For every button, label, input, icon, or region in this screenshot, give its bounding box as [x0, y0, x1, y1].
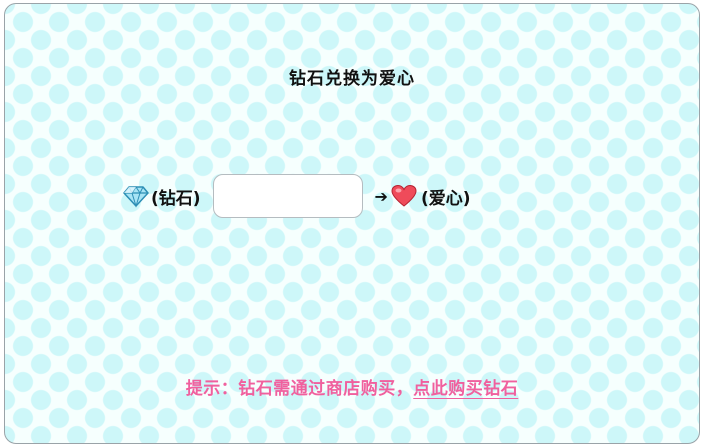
exchange-dialog: 钻石兑换为爱心 (钻石) ➔ (爱心) 提示：钻石需通过商店购买，点此购买钻石 [4, 3, 700, 444]
heart-unit-label: (爱心) [420, 188, 471, 209]
heart-icon [391, 184, 417, 208]
diamond-unit-label: (钻石) [151, 188, 201, 209]
buy-diamonds-link[interactable]: 点此购买钻石 [413, 379, 518, 399]
exchange-row: (钻石) ➔ (爱心) [123, 172, 471, 220]
diamond-amount-input[interactable] [212, 174, 363, 218]
hint-line: 提示：钻石需通过商店购买，点此购买钻石 [5, 374, 699, 399]
hint-text: 提示：钻石需通过商店购买， [185, 379, 414, 399]
dialog-title: 钻石兑换为爱心 [289, 69, 415, 89]
arrow-right-icon: ➔ [374, 186, 388, 206]
diamond-icon [123, 184, 149, 208]
